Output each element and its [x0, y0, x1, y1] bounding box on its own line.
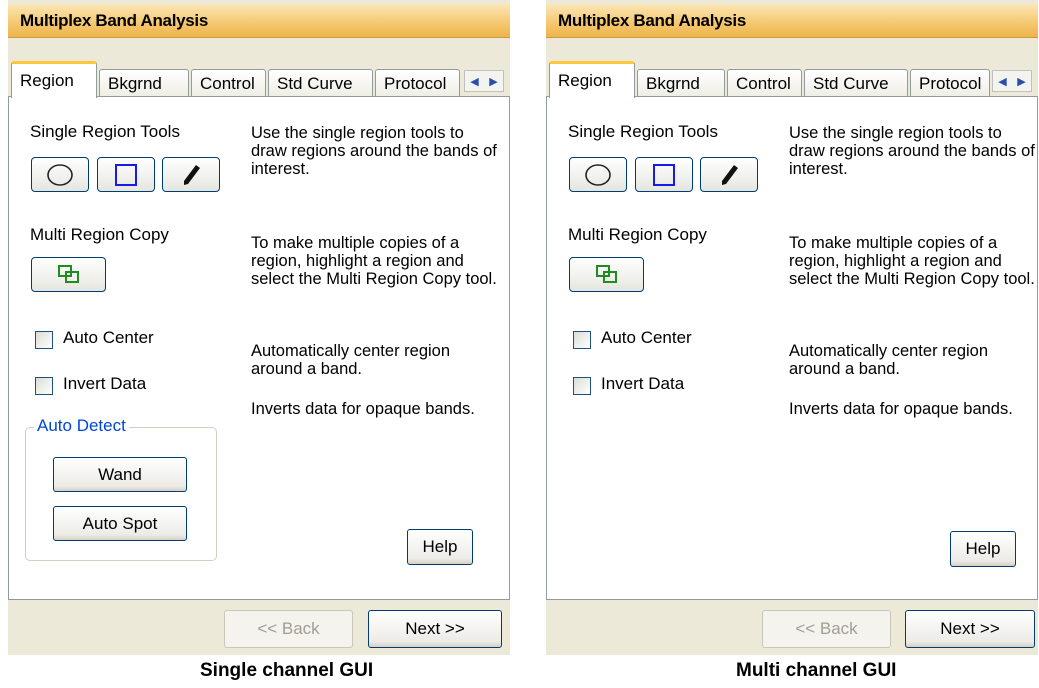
auto-center-checkbox[interactable] — [573, 331, 591, 349]
chevron-right-icon[interactable]: ▶ — [489, 75, 497, 88]
next-button[interactable]: Next >> — [905, 610, 1035, 648]
invert-data-checkbox[interactable] — [573, 377, 591, 395]
tab-region[interactable]: Region — [11, 61, 97, 98]
auto-center-description: Automatically center region around a ban… — [789, 342, 989, 378]
multi-region-copy-label: Multi Region Copy — [568, 225, 707, 244]
multi-region-description: To make multiple copies of a region, hig… — [251, 234, 497, 288]
auto-center-description: Automatically center region around a ban… — [251, 342, 451, 378]
chevron-right-icon[interactable]: ▶ — [1017, 75, 1025, 88]
single-region-description: Use the single region tools to draw regi… — [251, 124, 497, 178]
auto-center-label: Auto Center — [601, 328, 692, 347]
auto-center-label: Auto Center — [63, 328, 154, 347]
tab-scroll-arrows[interactable]: ◀ ▶ — [464, 70, 504, 92]
single-channel-panel: Multiplex Band Analysis Region Bkgrnd Co… — [8, 0, 510, 655]
tab-strip: Region Bkgrnd Control Std Curve Protocol… — [546, 58, 1038, 98]
tab-protocol[interactable]: Protocol — [375, 69, 460, 97]
multi-region-copy-icon — [595, 264, 617, 283]
tab-strip: Region Bkgrnd Control Std Curve Protocol… — [8, 58, 510, 98]
rectangle-icon — [115, 163, 137, 186]
tab-std-curve[interactable]: Std Curve — [268, 69, 373, 97]
multi-channel-caption: Multi channel GUI — [736, 660, 897, 681]
auto-detect-label: Auto Detect — [34, 416, 129, 436]
invert-data-description: Inverts data for opaque bands. — [251, 400, 475, 418]
auto-center-checkbox[interactable] — [35, 331, 53, 349]
panel-title: Multiplex Band Analysis — [8, 4, 510, 38]
invert-data-checkbox[interactable] — [35, 377, 53, 395]
tab-scroll-arrows[interactable]: ◀ ▶ — [992, 70, 1032, 92]
tab-region[interactable]: Region — [549, 61, 635, 98]
single-region-description: Use the single region tools to draw regi… — [789, 124, 1035, 178]
invert-data-description: Inverts data for opaque bands. — [789, 400, 1013, 418]
tab-protocol[interactable]: Protocol — [910, 69, 990, 97]
pencil-tool-button[interactable] — [700, 157, 758, 192]
rectangle-tool-button[interactable] — [635, 157, 693, 192]
rectangle-icon — [653, 163, 675, 186]
tab-std-curve[interactable]: Std Curve — [804, 69, 908, 97]
multi-region-copy-button[interactable] — [31, 257, 106, 292]
help-button[interactable]: Help — [950, 531, 1016, 567]
pencil-icon — [722, 164, 738, 185]
multi-channel-panel: Multiplex Band Analysis Region Bkgrnd Co… — [546, 0, 1038, 655]
help-button[interactable]: Help — [407, 529, 473, 565]
wand-button[interactable]: Wand — [53, 457, 187, 492]
tab-control[interactable]: Control — [727, 69, 802, 97]
auto-detect-group: Auto Detect Wand Auto Spot — [25, 416, 217, 561]
tab-content: Single Region Tools Multi Region Copy Au… — [8, 96, 510, 600]
auto-spot-button[interactable]: Auto Spot — [53, 506, 187, 541]
pencil-icon — [184, 164, 200, 185]
invert-data-label: Invert Data — [63, 374, 147, 393]
multi-region-copy-button[interactable] — [569, 257, 644, 292]
tab-bkgrnd[interactable]: Bkgrnd — [99, 69, 189, 97]
chevron-left-icon[interactable]: ◀ — [998, 75, 1006, 88]
ellipse-icon — [47, 163, 73, 186]
multi-region-copy-label: Multi Region Copy — [30, 225, 169, 244]
rectangle-tool-button[interactable] — [97, 157, 155, 192]
ellipse-tool-button[interactable] — [569, 157, 627, 192]
ellipse-tool-button[interactable] — [31, 157, 89, 192]
tab-bkgrnd[interactable]: Bkgrnd — [637, 69, 725, 97]
single-region-tools-label: Single Region Tools — [30, 122, 180, 141]
ellipse-icon — [585, 163, 611, 186]
tab-control[interactable]: Control — [191, 69, 266, 97]
single-channel-caption: Single channel GUI — [200, 660, 374, 681]
invert-data-label: Invert Data — [601, 374, 685, 393]
next-button[interactable]: Next >> — [368, 610, 502, 648]
single-region-tools-label: Single Region Tools — [568, 122, 718, 141]
multi-region-description: To make multiple copies of a region, hig… — [789, 234, 1035, 288]
back-button[interactable]: << Back — [224, 610, 353, 648]
tab-content: Single Region Tools Multi Region Copy Au… — [546, 96, 1038, 600]
pencil-tool-button[interactable] — [162, 157, 220, 192]
panel-title: Multiplex Band Analysis — [546, 4, 1038, 38]
back-button[interactable]: << Back — [762, 610, 891, 648]
chevron-left-icon[interactable]: ◀ — [470, 75, 478, 88]
multi-region-copy-icon — [57, 264, 79, 283]
